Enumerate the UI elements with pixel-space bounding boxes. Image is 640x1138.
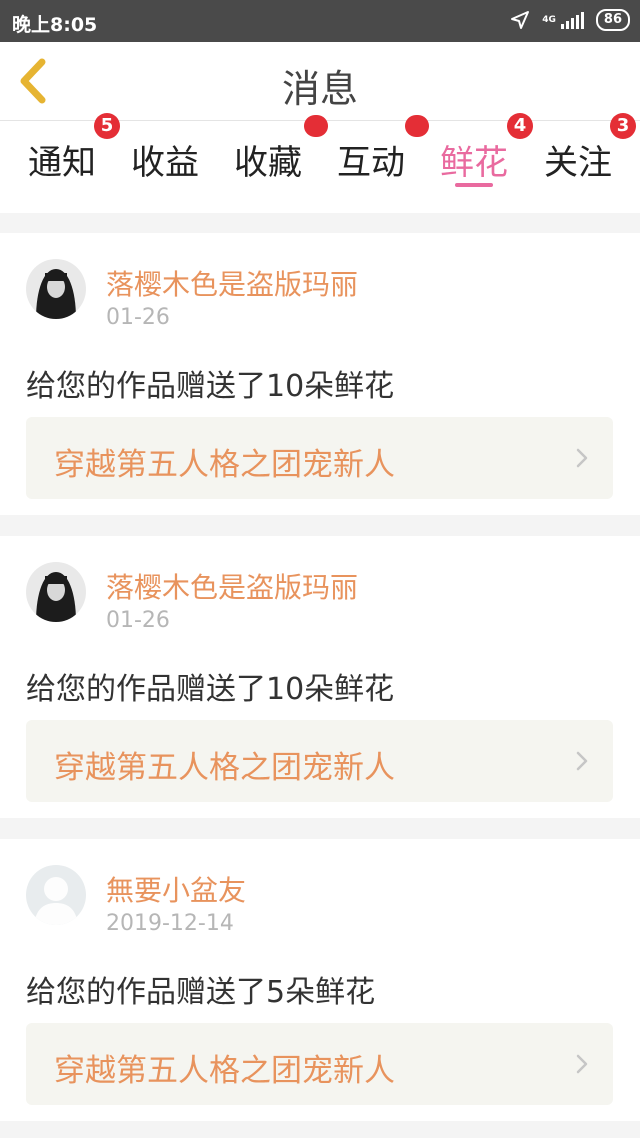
message-date: 2019-12-14 (106, 911, 234, 936)
user-avatar[interactable] (26, 865, 86, 925)
work-link[interactable]: 穿越第五人格之团宠新人 (26, 417, 613, 499)
location-arrow-icon (511, 11, 530, 29)
battery-indicator: 86 (595, 9, 630, 31)
work-link[interactable]: 穿越第五人格之团宠新人 (26, 1023, 613, 1105)
tab-notifications[interactable]: 通知 (12, 135, 112, 184)
tab-bar: 通知 5 收益 收藏 互动 鲜花 4 关注 3 (0, 113, 640, 213)
chevron-right-icon (576, 1054, 588, 1074)
signal-icon (560, 12, 584, 29)
message-card: 落樱木色是盗版玛丽 01-26 给您的作品赠送了10朵鲜花 穿越第五人格之团宠新… (0, 536, 640, 818)
status-bar: 晚上8:05 4G 86 (0, 0, 640, 42)
chevron-right-icon (576, 448, 588, 468)
tab-following-badge: 3 (610, 113, 636, 139)
sender-name[interactable]: 落樱木色是盗版玛丽 (106, 566, 358, 606)
user-avatar[interactable] (26, 562, 86, 622)
network-label: 4G (542, 14, 556, 25)
tab-favorites-badge (304, 115, 328, 137)
tab-interactions[interactable]: 互动 (321, 135, 421, 184)
tab-favorites[interactable]: 收藏 (218, 135, 318, 184)
avatar-photo-icon (26, 259, 86, 319)
status-time: 晚上8:05 (12, 14, 98, 36)
default-avatar-icon (26, 865, 86, 925)
work-link[interactable]: 穿越第五人格之团宠新人 (26, 720, 613, 802)
page-title: 消息 (281, 67, 358, 111)
message-card: 落樱木色是盗版玛丽 01-26 给您的作品赠送了10朵鲜花 穿越第五人格之团宠新… (0, 233, 640, 515)
user-avatar[interactable] (26, 259, 86, 319)
sender-name[interactable]: 無要小盆友 (106, 869, 246, 909)
status-icons: 4G 86 (510, 9, 630, 31)
tab-following[interactable]: 关注 (528, 135, 628, 184)
work-title: 穿越第五人格之团宠新人 (54, 447, 395, 483)
message-text: 给您的作品赠送了5朵鲜花 (26, 975, 376, 1010)
chevron-right-icon (576, 751, 588, 771)
message-date: 01-26 (106, 608, 170, 633)
header-bar: 消息 (0, 42, 640, 121)
sender-name[interactable]: 落樱木色是盗版玛丽 (106, 263, 358, 303)
message-text: 给您的作品赠送了10朵鲜花 (26, 672, 395, 707)
message-card: 無要小盆友 2019-12-14 给您的作品赠送了5朵鲜花 穿越第五人格之团宠新… (0, 839, 640, 1121)
tab-flowers[interactable]: 鲜花 (424, 135, 524, 184)
work-title: 穿越第五人格之团宠新人 (54, 1053, 395, 1089)
active-tab-indicator (455, 183, 493, 187)
message-date: 01-26 (106, 305, 170, 330)
tab-earnings[interactable]: 收益 (115, 135, 215, 184)
work-title: 穿越第五人格之团宠新人 (54, 750, 395, 786)
tab-interactions-badge (405, 115, 429, 137)
message-text: 给您的作品赠送了10朵鲜花 (26, 369, 395, 404)
avatar-photo-icon (26, 562, 86, 622)
